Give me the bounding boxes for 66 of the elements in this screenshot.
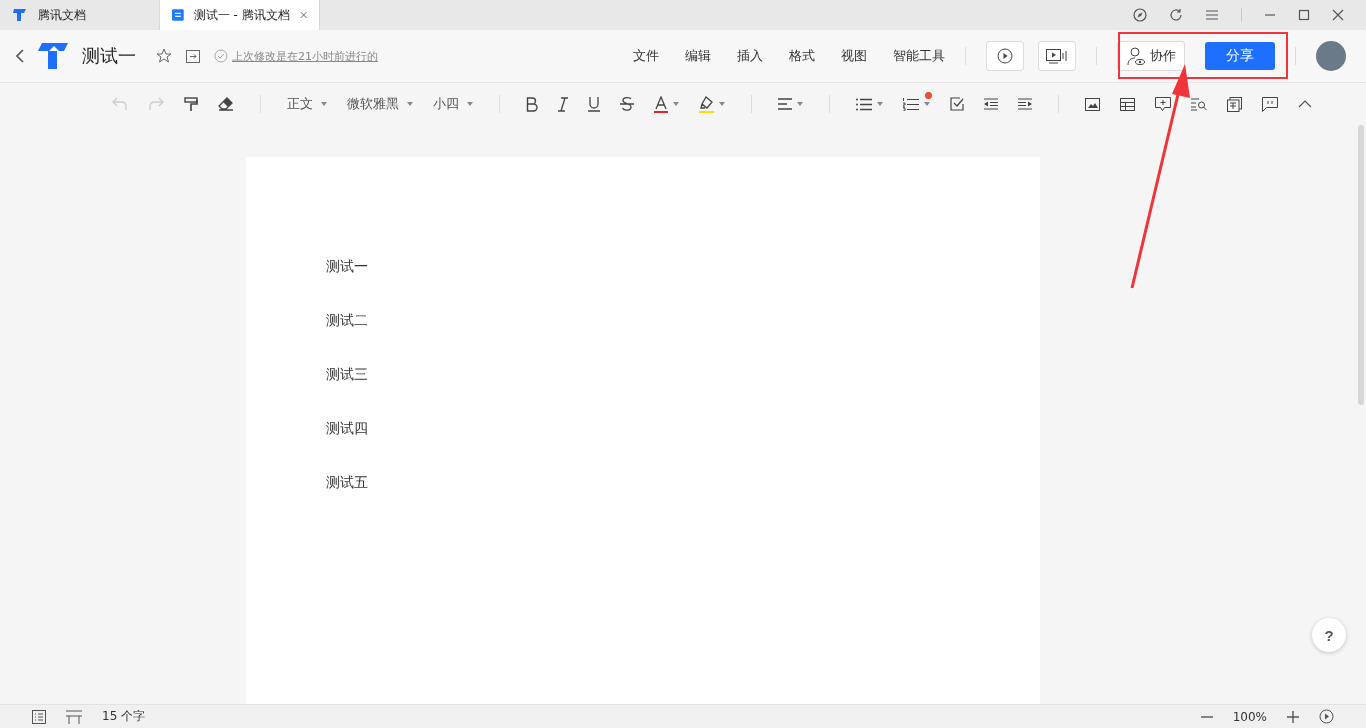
- font-size-dropdown[interactable]: 小四: [433, 95, 473, 113]
- outline-icon[interactable]: [32, 709, 46, 724]
- font-dropdown[interactable]: 微软雅黑: [347, 95, 413, 113]
- paragraph-style-dropdown[interactable]: 正文: [287, 95, 327, 113]
- collapse-icon[interactable]: [1298, 100, 1312, 108]
- close-icon[interactable]: [299, 10, 307, 20]
- zoom-level[interactable]: 100%: [1232, 709, 1267, 724]
- highlighter-icon[interactable]: [699, 95, 714, 113]
- help-button[interactable]: ?: [1312, 618, 1346, 652]
- add-comment-icon[interactable]: [1155, 96, 1171, 112]
- play-icon[interactable]: [1319, 709, 1334, 724]
- share-button[interactable]: 分享: [1205, 42, 1275, 70]
- paragraph: 测试三: [326, 365, 369, 383]
- checkbox-icon[interactable]: [950, 97, 964, 111]
- window-tab[interactable]: 测试一 - 腾讯文档: [160, 0, 320, 30]
- paragraph: 测试四: [326, 419, 369, 437]
- scrollbar[interactable]: [1358, 125, 1364, 405]
- notification-dot: [925, 91, 932, 99]
- find-replace-icon[interactable]: [1191, 97, 1207, 111]
- check-circle-icon: [214, 49, 228, 63]
- last-modified-link[interactable]: 上次修改是在21小时前进行的: [232, 48, 378, 64]
- play-icon: [997, 48, 1013, 64]
- decrease-indent-icon[interactable]: [984, 98, 998, 110]
- compass-icon[interactable]: [1133, 8, 1147, 22]
- eraser-icon[interactable]: [218, 97, 234, 111]
- underline-icon[interactable]: [588, 96, 600, 112]
- bullet-list-icon[interactable]: [856, 97, 872, 111]
- bold-icon[interactable]: [526, 96, 538, 112]
- menu-item[interactable]: 插入: [737, 47, 763, 65]
- menu-item[interactable]: 格式: [789, 47, 815, 65]
- italic-icon[interactable]: [558, 96, 568, 112]
- app-logo-icon[interactable]: [38, 43, 68, 69]
- refresh-icon[interactable]: [1169, 8, 1183, 22]
- comment-icon[interactable]: [1262, 96, 1278, 112]
- numbered-list-icon[interactable]: [903, 97, 919, 111]
- align-left-icon[interactable]: [778, 98, 792, 110]
- paragraph: 测试二: [326, 311, 369, 329]
- strikethrough-icon[interactable]: [620, 96, 634, 112]
- screen-cast-icon: [1046, 48, 1068, 64]
- translate-icon[interactable]: [1227, 96, 1242, 112]
- move-to-folder-icon[interactable]: [186, 49, 200, 63]
- collaborate-button[interactable]: 协作: [1117, 41, 1185, 71]
- user-avatar[interactable]: [1316, 41, 1346, 71]
- paragraph: 测试五: [326, 473, 369, 491]
- star-icon[interactable]: [156, 48, 172, 64]
- menu-item[interactable]: 文件: [633, 47, 659, 65]
- menu-item[interactable]: 编辑: [685, 47, 711, 65]
- app-logo-icon: [12, 7, 28, 23]
- image-icon[interactable]: [1085, 97, 1100, 111]
- menu-item[interactable]: 智能工具: [893, 47, 945, 65]
- font-color-icon[interactable]: [654, 95, 668, 113]
- document-icon: [172, 7, 184, 23]
- word-count: 15 个字: [102, 708, 146, 725]
- cast-button[interactable]: [1038, 41, 1076, 71]
- document-title[interactable]: 测试一: [82, 44, 136, 68]
- increase-indent-icon[interactable]: [1018, 98, 1032, 110]
- menu-item[interactable]: 视图: [841, 47, 867, 65]
- present-button[interactable]: [986, 41, 1024, 71]
- paint-roller-icon[interactable]: [184, 96, 198, 112]
- table-icon[interactable]: [1120, 97, 1135, 111]
- close-icon[interactable]: [1332, 9, 1344, 21]
- zoom-in-icon[interactable]: [1287, 710, 1299, 723]
- maximize-icon[interactable]: [1298, 9, 1310, 21]
- back-icon[interactable]: [16, 49, 24, 63]
- user-eye-icon: [1126, 46, 1146, 66]
- paragraph: 测试一: [326, 257, 369, 275]
